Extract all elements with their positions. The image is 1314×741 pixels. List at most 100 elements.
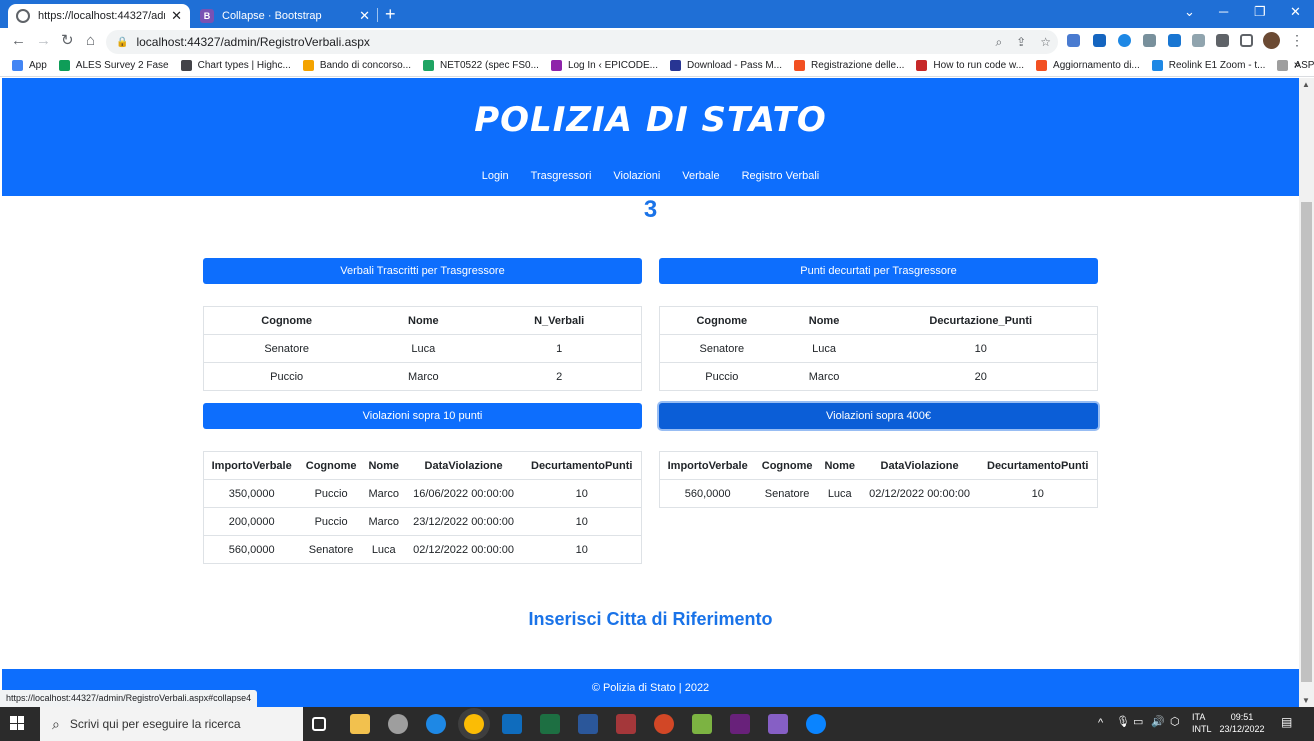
app-icon[interactable] xyxy=(806,714,826,734)
new-tab-button[interactable]: + xyxy=(385,4,396,24)
bookmark[interactable]: NET0522 (spec FS0... xyxy=(423,60,539,71)
count-heading: 3 xyxy=(643,196,658,223)
nav-verbale[interactable]: Verbale xyxy=(682,170,719,182)
task-view-icon[interactable] xyxy=(312,717,326,731)
scrollbar-thumb[interactable] xyxy=(1301,202,1312,682)
volume-icon[interactable]: 🔊 xyxy=(1151,716,1165,728)
windows-start-icon[interactable] xyxy=(10,716,24,730)
sheets-icon xyxy=(58,60,70,71)
bookmark[interactable]: App xyxy=(12,60,47,71)
nav-trasgressori[interactable]: Trasgressori xyxy=(531,170,592,182)
bookmark[interactable]: Reolink E1 Zoom - t... xyxy=(1151,60,1265,71)
app-icon[interactable] xyxy=(388,714,408,734)
word-icon[interactable] xyxy=(578,714,598,734)
dropbox-icon[interactable]: ⬡ xyxy=(1170,716,1180,728)
column-header: ImportoVerbale xyxy=(659,451,756,480)
nav-registro-verbali[interactable]: Registro Verbali xyxy=(742,170,820,182)
close-tab-icon[interactable]: ✕ xyxy=(359,8,370,24)
clock[interactable]: 09:51 23/12/2022 xyxy=(1218,711,1266,735)
nav-login[interactable]: Login xyxy=(482,170,509,182)
outlook-icon[interactable] xyxy=(502,714,522,734)
tab-search-icon[interactable]: ⌄ xyxy=(1184,4,1195,20)
sopra-10-table: ImportoVerbale Cognome Nome DataViolazio… xyxy=(203,451,642,564)
forward-icon[interactable]: → xyxy=(36,32,51,50)
zoom-icon[interactable]: ⌕ xyxy=(995,35,1002,50)
bookmark[interactable]: Aggiornamento di... xyxy=(1036,60,1140,71)
lock-icon[interactable]: 🔒 xyxy=(116,37,128,48)
bookmark[interactable]: ALES Survey 2 Fase xyxy=(58,60,169,71)
table-header-row: Cognome Nome N_Verbali xyxy=(203,306,642,335)
puzzle-icon[interactable] xyxy=(1216,34,1229,47)
punti-table: Cognome Nome Decurtazione_Punti Senatore… xyxy=(659,306,1098,391)
star-icon[interactable]: ☆ xyxy=(1040,35,1051,49)
access-icon[interactable] xyxy=(616,714,636,734)
close-tab-icon[interactable]: ✕ xyxy=(171,8,182,24)
language-indicator[interactable]: ITA INTL xyxy=(1192,711,1212,735)
tray-overflow-icon[interactable]: ^ xyxy=(1098,717,1103,729)
extension-icon[interactable] xyxy=(1143,34,1156,47)
bookmark[interactable]: Registrazione delle... xyxy=(794,60,904,71)
chat-extension-icon[interactable] xyxy=(1118,34,1131,47)
restore-icon[interactable]: ❐ xyxy=(1254,4,1266,20)
table-cell: 10 xyxy=(522,479,642,508)
file-explorer-icon[interactable] xyxy=(350,714,370,734)
scroll-down-icon[interactable]: ▼ xyxy=(1302,696,1310,705)
table-cell: Marco xyxy=(362,507,405,536)
bookmark[interactable]: How to run code w... xyxy=(916,60,1024,71)
table-cell: Luca xyxy=(369,334,478,363)
chrome-icon[interactable] xyxy=(464,714,484,734)
bookmark[interactable]: Chart types | Highc... xyxy=(180,60,291,71)
reload-icon[interactable]: ↻ xyxy=(61,32,74,50)
highcharts-icon xyxy=(180,60,192,71)
microphone-icon[interactable]: 🎙 xyxy=(1116,716,1130,728)
bookmark[interactable]: Log In ‹ EPICODE... xyxy=(550,60,658,71)
epicode-icon xyxy=(550,60,562,71)
profile-avatar[interactable] xyxy=(1263,32,1280,49)
table-cell: 560,0000 xyxy=(203,535,300,564)
extension-icon[interactable] xyxy=(1168,34,1181,47)
page-scrollbar[interactable]: ▲ ▼ xyxy=(1299,78,1314,707)
violazioni-sopra-10-button[interactable]: Violazioni sopra 10 punti xyxy=(203,403,642,429)
site-brand[interactable]: POLIZIA DI STATO xyxy=(2,100,1299,140)
back-icon[interactable]: ← xyxy=(11,32,26,50)
share-icon[interactable]: ⇪ xyxy=(1016,35,1026,49)
app-icon[interactable] xyxy=(692,714,712,734)
verbali-table: Cognome Nome N_Verbali Senatore Luca 1 P… xyxy=(203,306,642,391)
taskbar-search[interactable]: ⌕ Scrivi qui per eseguire la ricerca xyxy=(40,707,303,741)
translate-extension-icon[interactable] xyxy=(1067,34,1080,47)
table-cell: Marco xyxy=(369,362,478,391)
bookmark[interactable]: Download - Pass M... xyxy=(669,60,782,71)
visual-studio-icon[interactable] xyxy=(768,714,788,734)
notifications-icon[interactable]: ▤ xyxy=(1281,716,1292,728)
menu-icon[interactable]: ⋮ xyxy=(1290,32,1304,49)
violazioni-sopra-400-button[interactable]: Violazioni sopra 400€ xyxy=(659,403,1098,429)
table-cell: Marco xyxy=(362,479,405,508)
table-cell: 16/06/2022 00:00:00 xyxy=(404,479,523,508)
punti-decurtati-button[interactable]: Punti decurtati per Trasgressore xyxy=(659,258,1098,284)
apps-grid-icon xyxy=(12,60,23,71)
network-icon[interactable]: ▭ xyxy=(1133,716,1143,728)
nav-violazioni[interactable]: Violazioni xyxy=(613,170,660,182)
extension-icon[interactable] xyxy=(1192,34,1205,47)
table-cell: 10 xyxy=(522,535,642,564)
powerpoint-icon[interactable] xyxy=(654,714,674,734)
side-panel-icon[interactable] xyxy=(1240,34,1253,47)
bookmark[interactable]: Bando di concorso... xyxy=(302,60,411,71)
verbali-trascritti-button[interactable]: Verbali Trascritti per Trasgressore xyxy=(203,258,642,284)
tab-registro-verbali[interactable]: https://localhost:44327/admin/R ✕ xyxy=(8,4,190,28)
visual-studio-icon[interactable] xyxy=(730,714,750,734)
tab-collapse-bootstrap[interactable]: B Collapse · Bootstrap ✕ xyxy=(192,4,378,28)
scroll-up-icon[interactable]: ▲ xyxy=(1302,80,1310,89)
home-icon[interactable]: ⌂ xyxy=(86,32,95,50)
close-window-icon[interactable]: ✕ xyxy=(1290,4,1301,20)
column-header: DecurtamentoPunti xyxy=(978,451,1098,480)
column-header: Decurtazione_Punti xyxy=(864,306,1098,335)
warning-icon xyxy=(302,60,314,71)
excel-icon[interactable] xyxy=(540,714,560,734)
edge-icon[interactable] xyxy=(426,714,446,734)
table-cell: Luca xyxy=(783,334,865,363)
more-bookmarks-icon[interactable]: » xyxy=(1294,59,1300,71)
minimize-icon[interactable]: ─ xyxy=(1219,4,1228,19)
extension-icon[interactable] xyxy=(1093,34,1106,47)
address-bar[interactable]: 🔒 localhost:44327/admin/RegistroVerbali.… xyxy=(106,30,1058,54)
